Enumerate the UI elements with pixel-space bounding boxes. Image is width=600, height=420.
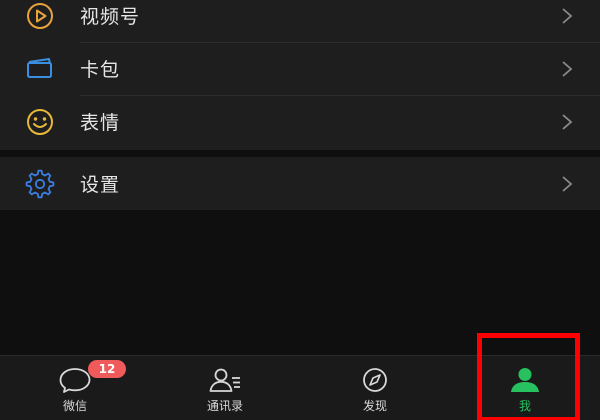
smile-icon [24, 106, 56, 138]
channels-play-icon [24, 0, 56, 32]
menu-group: 视频号 卡包 表情 [0, 0, 600, 150]
highlight-annotation-box [477, 333, 580, 420]
menu-item-stickers[interactable]: 表情 [0, 95, 600, 148]
card-wallet-icon [24, 53, 56, 85]
unread-badge: 12 [88, 360, 126, 378]
chevron-right-icon [562, 60, 573, 77]
menu-item-settings[interactable]: 设置 [0, 157, 600, 210]
compass-icon [357, 366, 393, 394]
menu-item-label: 卡包 [80, 59, 121, 81]
tab-label: 通讯录 [206, 399, 243, 413]
tab-label: 微信 [62, 399, 87, 413]
contacts-icon [207, 366, 243, 394]
gear-icon [24, 168, 56, 200]
tab-discover[interactable]: 发现 [300, 356, 450, 420]
tab-contacts[interactable]: 通讯录 [150, 356, 300, 420]
menu-item-label: 设置 [80, 174, 121, 196]
chevron-right-icon [562, 113, 573, 130]
settings-group: 设置 [0, 157, 600, 210]
tab-label: 发现 [362, 399, 387, 413]
chevron-right-icon [562, 175, 573, 192]
chevron-right-icon [562, 7, 573, 24]
menu-item-channels[interactable]: 视频号 [0, 0, 600, 42]
menu-item-label: 视频号 [80, 6, 141, 28]
tab-chats[interactable]: 微信 12 [0, 356, 150, 420]
me-page: 视频号 卡包 表情 设置 微信 12 通讯录 发现 我 [0, 0, 600, 420]
menu-item-label: 表情 [80, 112, 121, 134]
menu-item-cards[interactable]: 卡包 [0, 42, 600, 95]
